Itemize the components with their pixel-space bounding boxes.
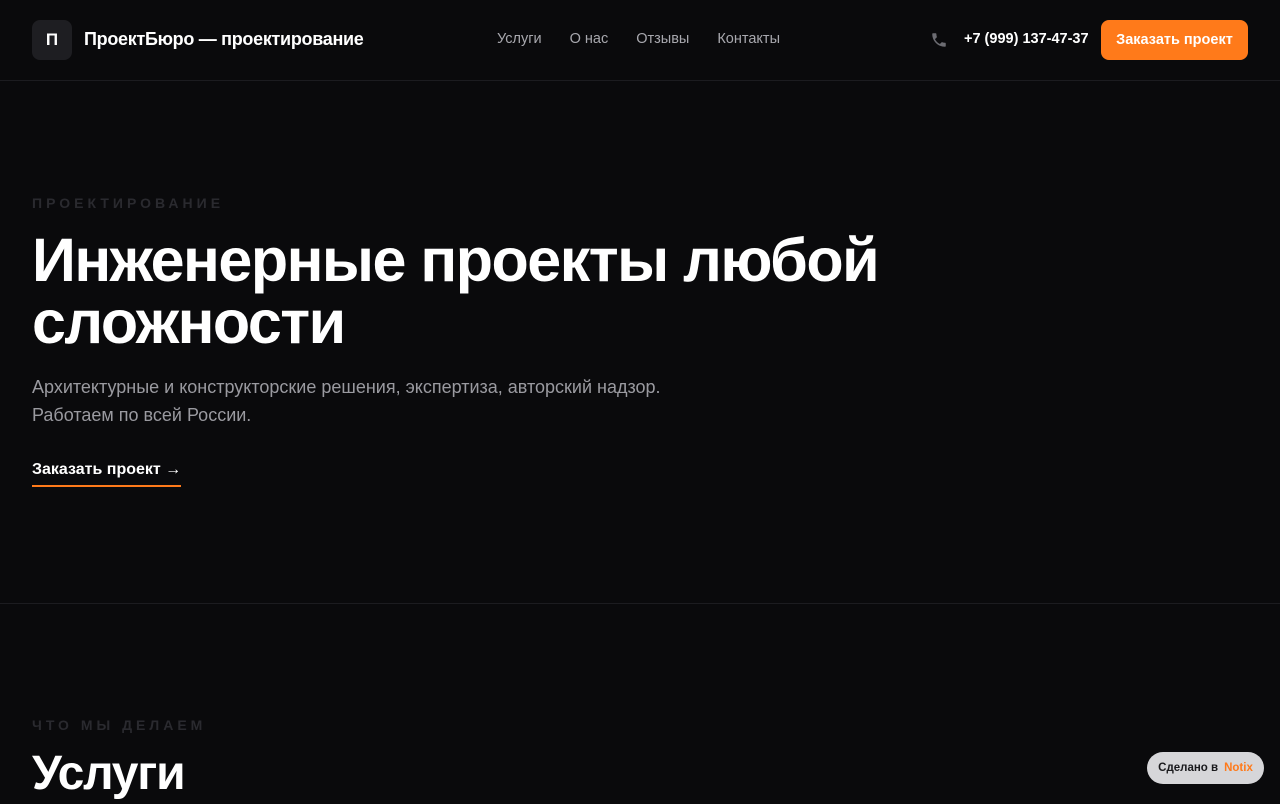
phone-number[interactable]: +7 (999) 137-47-37: [964, 31, 1089, 47]
hero-order-link[interactable]: Заказать проект →: [32, 461, 182, 487]
nav-link-reviews[interactable]: Отзывы: [636, 31, 689, 47]
order-project-button[interactable]: Заказать проект: [1101, 20, 1248, 60]
hero-subtitle-line2: Работаем по всей России.: [32, 405, 252, 425]
hero-eyebrow: ПРОЕКТИРОВАНИЕ: [32, 195, 225, 211]
services-title: Услуги: [32, 747, 186, 800]
services-eyebrow: ЧТО МЫ ДЕЛАЕМ: [32, 717, 207, 733]
hero-section: ПРОЕКТИРОВАНИЕ Инженерные проекты любой …: [0, 81, 1280, 604]
site-header: П ПроектБюро — проектирование Услуги О н…: [0, 0, 1280, 81]
logo-mark[interactable]: П: [32, 20, 72, 60]
phone-icon: [932, 33, 946, 47]
nav-link-about[interactable]: О нас: [570, 31, 609, 47]
badge-brand: Notix: [1224, 762, 1253, 774]
main-nav: Услуги О нас Отзывы Контакты: [497, 31, 780, 47]
services-section: ЧТО МЫ ДЕЛАЕМ Услуги: [0, 604, 1280, 800]
nav-link-services[interactable]: Услуги: [497, 31, 542, 47]
badge-made-label: Сделано в: [1158, 762, 1219, 774]
hero-subtitle-line1: Архитектурные и конструкторские решения,…: [32, 377, 661, 397]
nav-link-contacts[interactable]: Контакты: [717, 31, 780, 47]
made-in-badge[interactable]: Сделано в Notix: [1147, 752, 1264, 784]
brand-name[interactable]: ПроектБюро — проектирование: [84, 29, 364, 50]
hero-title: Инженерные проекты любой сложности: [32, 226, 880, 356]
hero-subtitle: Архитектурные и конструкторские решения,…: [32, 373, 752, 429]
